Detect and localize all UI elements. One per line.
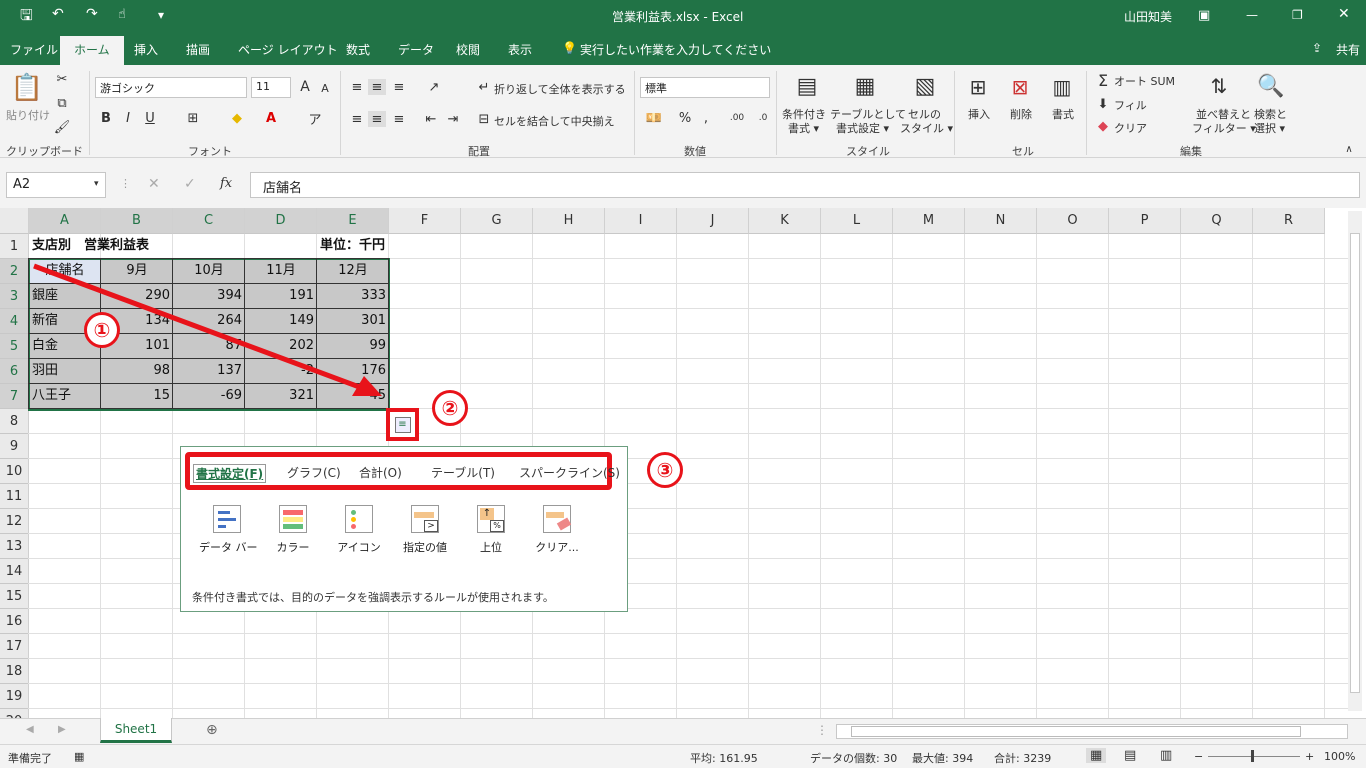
status-ready: 準備完了 — [8, 752, 52, 765]
macro-record-icon[interactable]: ▦ — [74, 750, 84, 763]
qa-icon-set-label[interactable]: アイコン — [333, 539, 385, 555]
qa-top-label[interactable]: 上位 — [469, 539, 513, 555]
horizontal-scrollbar[interactable] — [836, 724, 1348, 739]
annotation-1: ① — [84, 312, 120, 348]
quick-analysis-popup: 書式設定(F) グラフ(C) 合計(O) テーブル(T) スパークライン(S) … — [180, 446, 628, 612]
qa-data-bars-label[interactable]: データ バー — [199, 539, 258, 555]
annotation-arrow — [33, 263, 382, 396]
page-break-view-icon[interactable]: ▥ — [1160, 748, 1172, 763]
clear-format-icon[interactable] — [543, 505, 572, 533]
zoom-slider-thumb[interactable] — [1251, 750, 1254, 762]
status-average: 平均: 161.95 — [690, 752, 758, 765]
zoom-level[interactable]: 100% — [1324, 750, 1355, 763]
top-ten-icon[interactable]: ↑ % — [477, 505, 505, 533]
qa-color-scale-label[interactable]: カラー — [269, 539, 317, 555]
tab-split-grip-icon[interactable]: ⋮ — [816, 723, 828, 737]
sheet-tab-bar: ◀ ▶ Sheet1 ⊕ ⋮ — [0, 718, 1366, 744]
color-scale-icon[interactable] — [279, 505, 307, 533]
annotation-3: ③ — [647, 452, 683, 488]
zoom-out-icon[interactable]: − — [1194, 750, 1203, 763]
icon-set-icon[interactable] — [345, 505, 373, 533]
status-bar: 準備完了 ▦ 平均: 161.95 データの個数: 30 最大値: 394 合計… — [0, 744, 1366, 768]
prev-sheet-icon[interactable]: ◀ — [26, 724, 34, 735]
qa-tab-totals[interactable]: 合計(O) — [359, 464, 402, 481]
page-layout-view-icon[interactable]: ▤ — [1124, 748, 1136, 763]
qa-tab-sparklines[interactable]: スパークライン(S) — [519, 464, 620, 481]
status-sum: 合計: 3239 — [994, 752, 1052, 765]
zoom-in-icon[interactable]: + — [1305, 750, 1314, 763]
quick-analysis-button[interactable]: ≡ — [386, 408, 419, 441]
annotation-2: ② — [432, 390, 468, 426]
status-count: データの個数: 30 — [810, 752, 898, 765]
sheet-tab-sheet1[interactable]: Sheet1 — [100, 718, 172, 743]
qa-tab-charts[interactable]: グラフ(C) — [287, 464, 341, 481]
normal-view-icon[interactable]: ▦ — [1086, 748, 1107, 763]
qa-tab-tables[interactable]: テーブル(T) — [431, 464, 495, 481]
quick-analysis-icon: ≡ — [394, 416, 411, 433]
zoom-slider[interactable] — [1208, 756, 1300, 757]
qa-tab-formatting[interactable]: 書式設定(F) — [193, 464, 267, 483]
new-sheet-icon[interactable]: ⊕ — [206, 722, 218, 738]
qa-clear-label[interactable]: クリア... — [531, 539, 583, 555]
qa-greater-than-label[interactable]: 指定の値 — [397, 539, 453, 555]
next-sheet-icon[interactable]: ▶ — [58, 724, 66, 735]
greater-than-icon[interactable]: > — [411, 505, 439, 533]
data-bars-icon[interactable] — [213, 505, 241, 533]
qa-description: 条件付き書式では、目的のデータを強調表示するルールが使用されます。 — [192, 591, 554, 604]
status-max: 最大値: 394 — [912, 752, 974, 765]
